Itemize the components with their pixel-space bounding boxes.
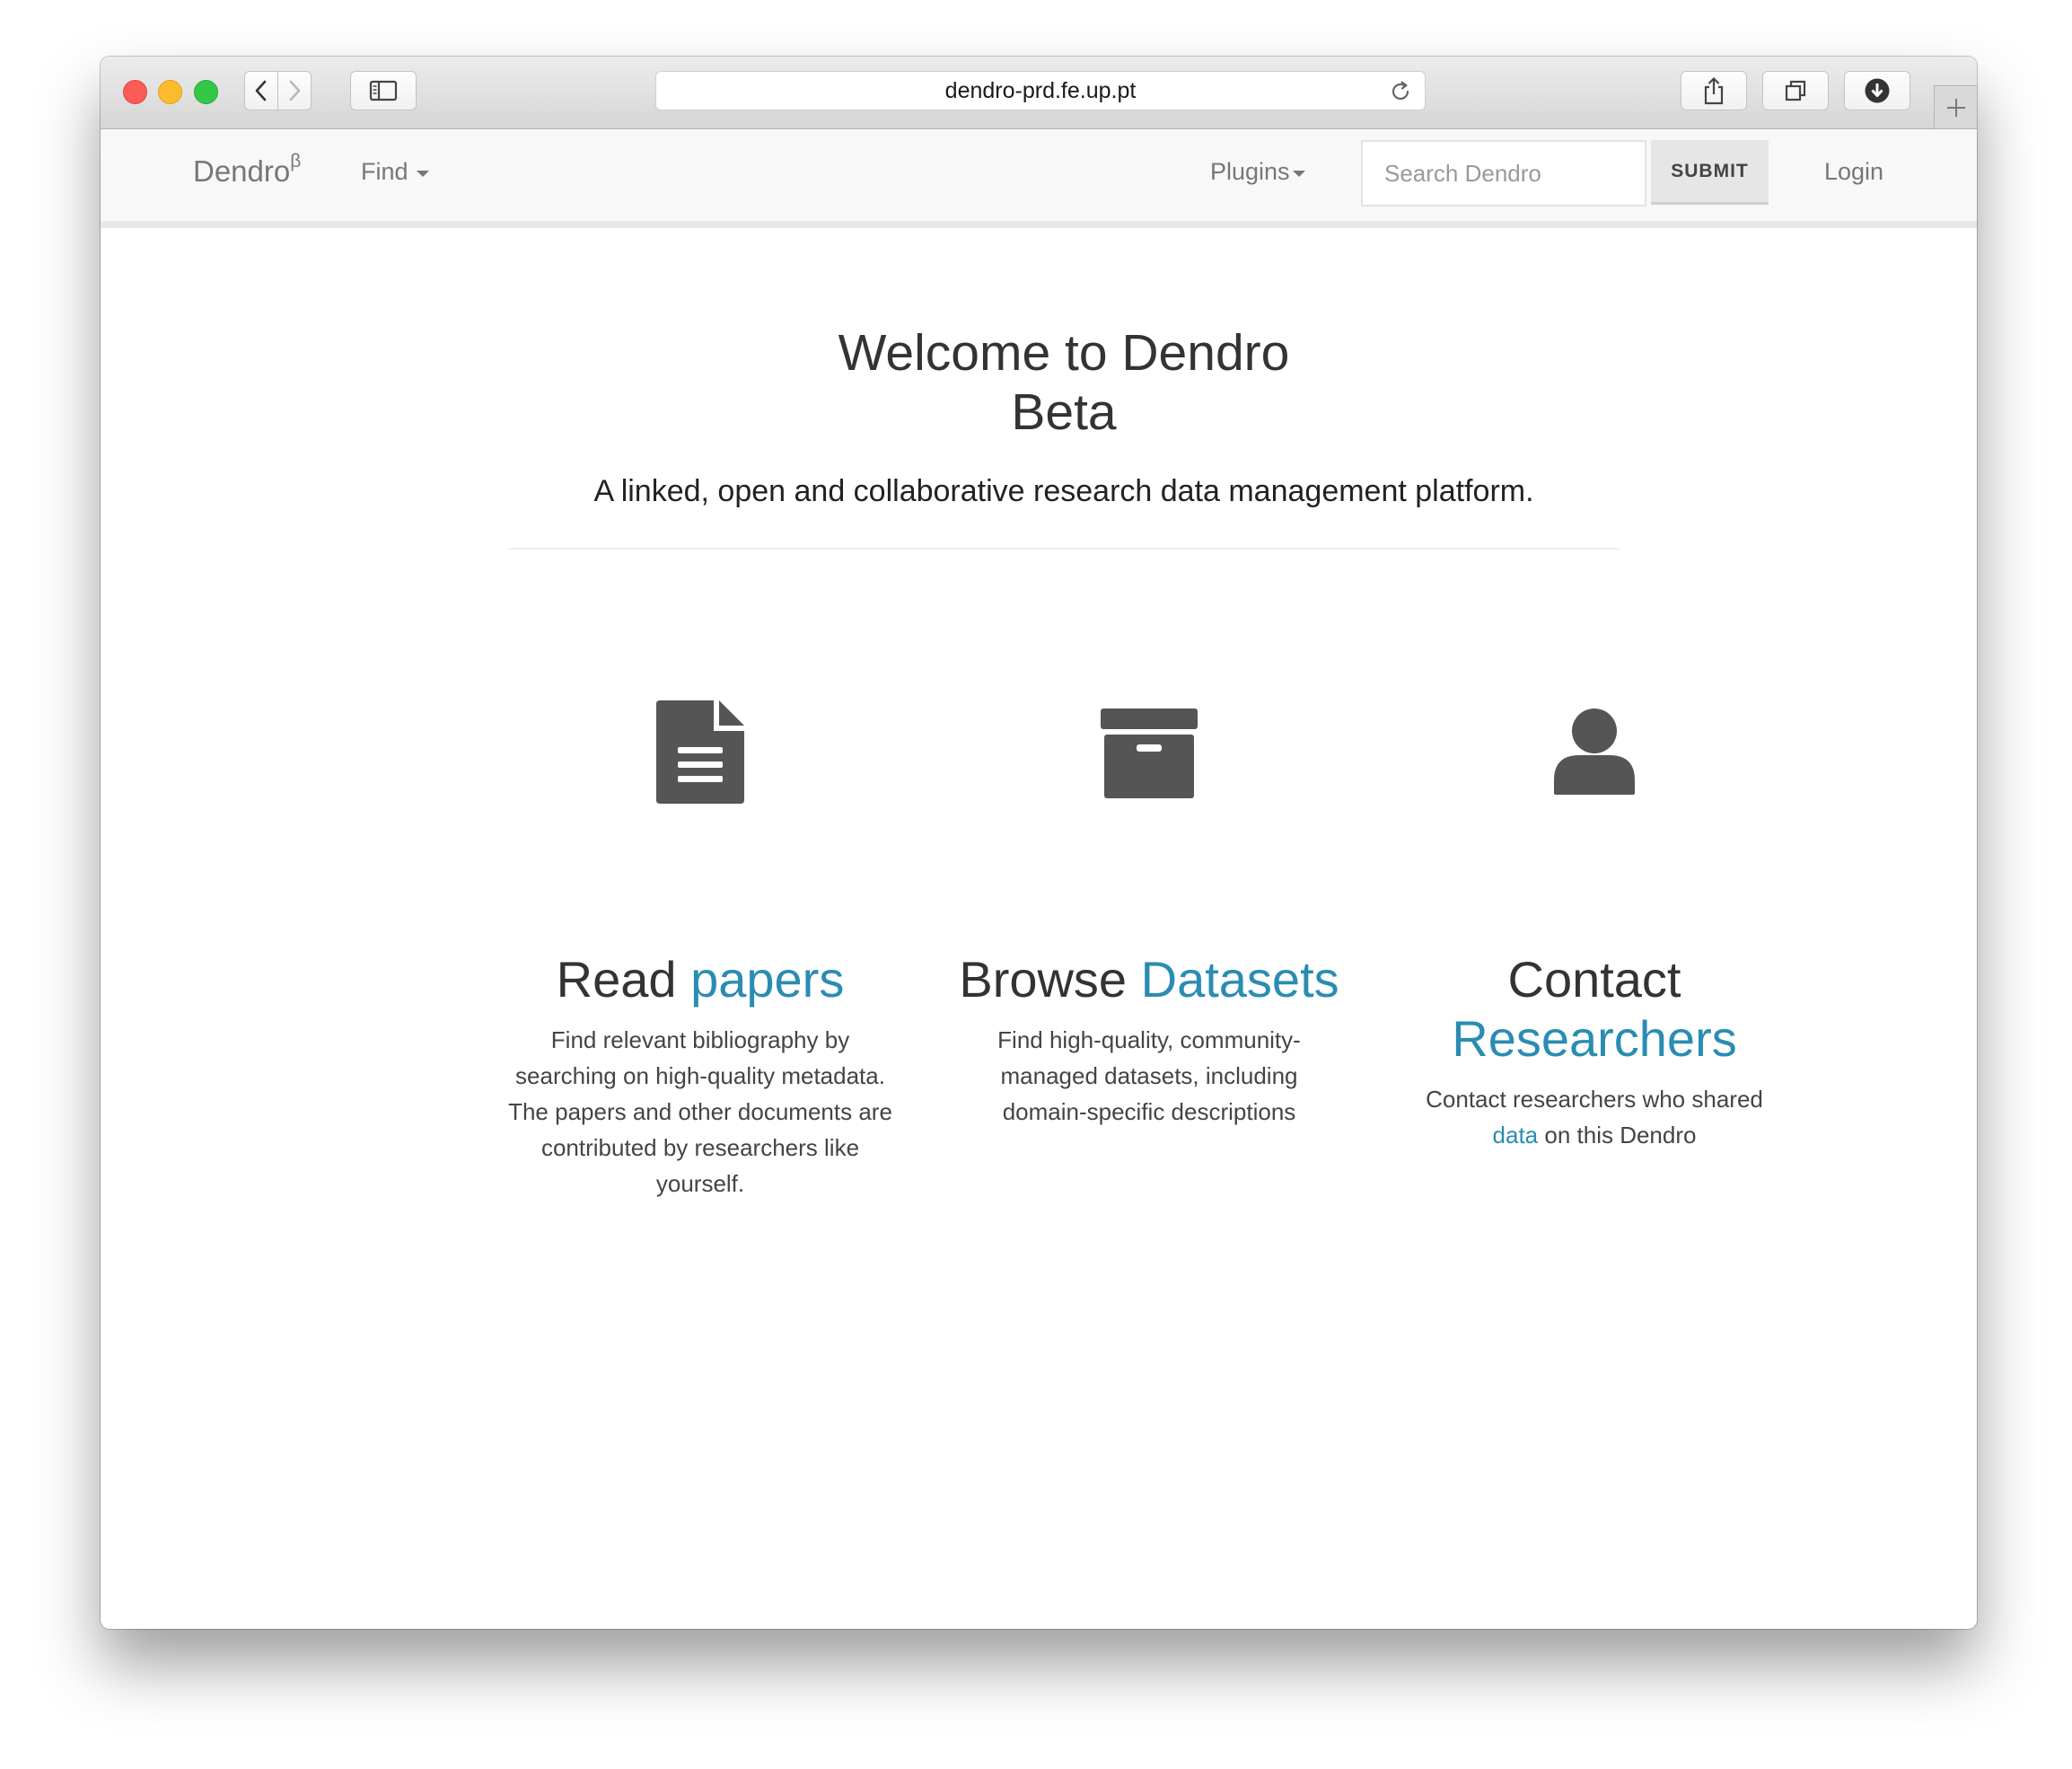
feature-title-plain: Browse bbox=[959, 951, 1141, 1008]
tabs-icon bbox=[1785, 80, 1806, 101]
find-dropdown[interactable]: Find bbox=[361, 158, 429, 186]
share-button[interactable] bbox=[1681, 71, 1747, 110]
brand-beta-mark: β bbox=[290, 151, 302, 172]
plugins-label: Plugins bbox=[1210, 158, 1290, 185]
feature-title-link[interactable]: Researchers bbox=[1397, 1009, 1792, 1069]
feature-title-plain: Read bbox=[556, 951, 691, 1008]
brand-name: Dendro bbox=[193, 154, 291, 188]
user-icon bbox=[1554, 708, 1635, 795]
forward-button[interactable] bbox=[277, 71, 312, 110]
address-bar[interactable]: dendro-prd.fe.up.pt bbox=[655, 71, 1426, 110]
search-input[interactable] bbox=[1361, 140, 1646, 207]
close-window-button[interactable] bbox=[123, 80, 147, 104]
archive-box-icon-wrap bbox=[943, 700, 1356, 826]
browser-toolbar: dendro-prd.fe.up.pt bbox=[101, 57, 1977, 129]
url-text: dendro-prd.fe.up.pt bbox=[944, 77, 1137, 103]
feature-browse-datasets: Browse Datasets Find high-quality, commu… bbox=[943, 700, 1356, 1130]
page-title-line-1: Welcome to Dendro bbox=[838, 324, 1290, 382]
document-icon-wrap bbox=[503, 700, 898, 826]
chevron-left-icon bbox=[255, 80, 267, 101]
data-link[interactable]: data bbox=[1493, 1122, 1539, 1149]
hero-divider bbox=[508, 548, 1620, 550]
feature-title-plain: Contact bbox=[1507, 951, 1681, 1008]
new-tab-button[interactable] bbox=[1934, 85, 1977, 128]
tabs-overview-button[interactable] bbox=[1762, 71, 1829, 110]
sidebar-icon bbox=[369, 80, 398, 101]
page-title-line-2: Beta bbox=[1011, 383, 1117, 441]
page-title: Welcome to Dendro Beta bbox=[0, 323, 2072, 442]
minimize-window-button[interactable] bbox=[158, 80, 182, 104]
download-icon bbox=[1865, 78, 1890, 103]
feature-read-papers: Read papers Find relevant bibliography b… bbox=[503, 700, 898, 1201]
feature-title-link[interactable]: papers bbox=[690, 951, 844, 1008]
share-icon bbox=[1704, 76, 1724, 105]
downloads-button[interactable] bbox=[1844, 71, 1910, 110]
page-subtitle: A linked, open and collaborative researc… bbox=[593, 474, 1534, 508]
feature-title: Read papers bbox=[503, 950, 898, 1009]
site-navbar: Dendroβ Find Plugins SUBMIT Login bbox=[101, 129, 1977, 228]
feature-description: Find high-quality, community-managed dat… bbox=[997, 1026, 1301, 1125]
login-link[interactable]: Login bbox=[1824, 158, 1883, 186]
zoom-window-button[interactable] bbox=[194, 80, 218, 104]
archive-box-icon bbox=[1101, 708, 1198, 798]
reload-icon[interactable] bbox=[1389, 80, 1412, 103]
feature-description: Find relevant bibliography by searching … bbox=[508, 1026, 892, 1197]
user-icon-wrap bbox=[1397, 700, 1792, 826]
feature-description: Contact researchers who shared data on th… bbox=[1397, 1081, 1792, 1153]
chevron-right-icon bbox=[289, 80, 301, 101]
plugins-dropdown[interactable]: Plugins bbox=[1210, 158, 1305, 186]
submit-button[interactable]: SUBMIT bbox=[1651, 140, 1769, 205]
find-label: Find bbox=[361, 158, 408, 185]
sidebar-toggle-button[interactable] bbox=[350, 71, 417, 110]
document-icon bbox=[656, 700, 744, 804]
plus-icon bbox=[1946, 98, 1965, 117]
feature-title: Browse Datasets bbox=[943, 950, 1356, 1009]
feature-description-text: Contact researchers who shared bbox=[1426, 1086, 1763, 1113]
feature-contact-researchers: Contact Researchers Contact researchers w… bbox=[1397, 700, 1792, 1153]
feature-title: Contact Researchers bbox=[1397, 950, 1792, 1069]
brand-logo[interactable]: Dendroβ bbox=[193, 151, 302, 189]
feature-description-text-end: on this Dendro bbox=[1538, 1122, 1697, 1149]
caret-down-icon bbox=[1292, 170, 1305, 177]
feature-title-link[interactable]: Datasets bbox=[1141, 951, 1339, 1008]
caret-down-icon bbox=[416, 170, 429, 177]
back-button[interactable] bbox=[244, 71, 278, 110]
